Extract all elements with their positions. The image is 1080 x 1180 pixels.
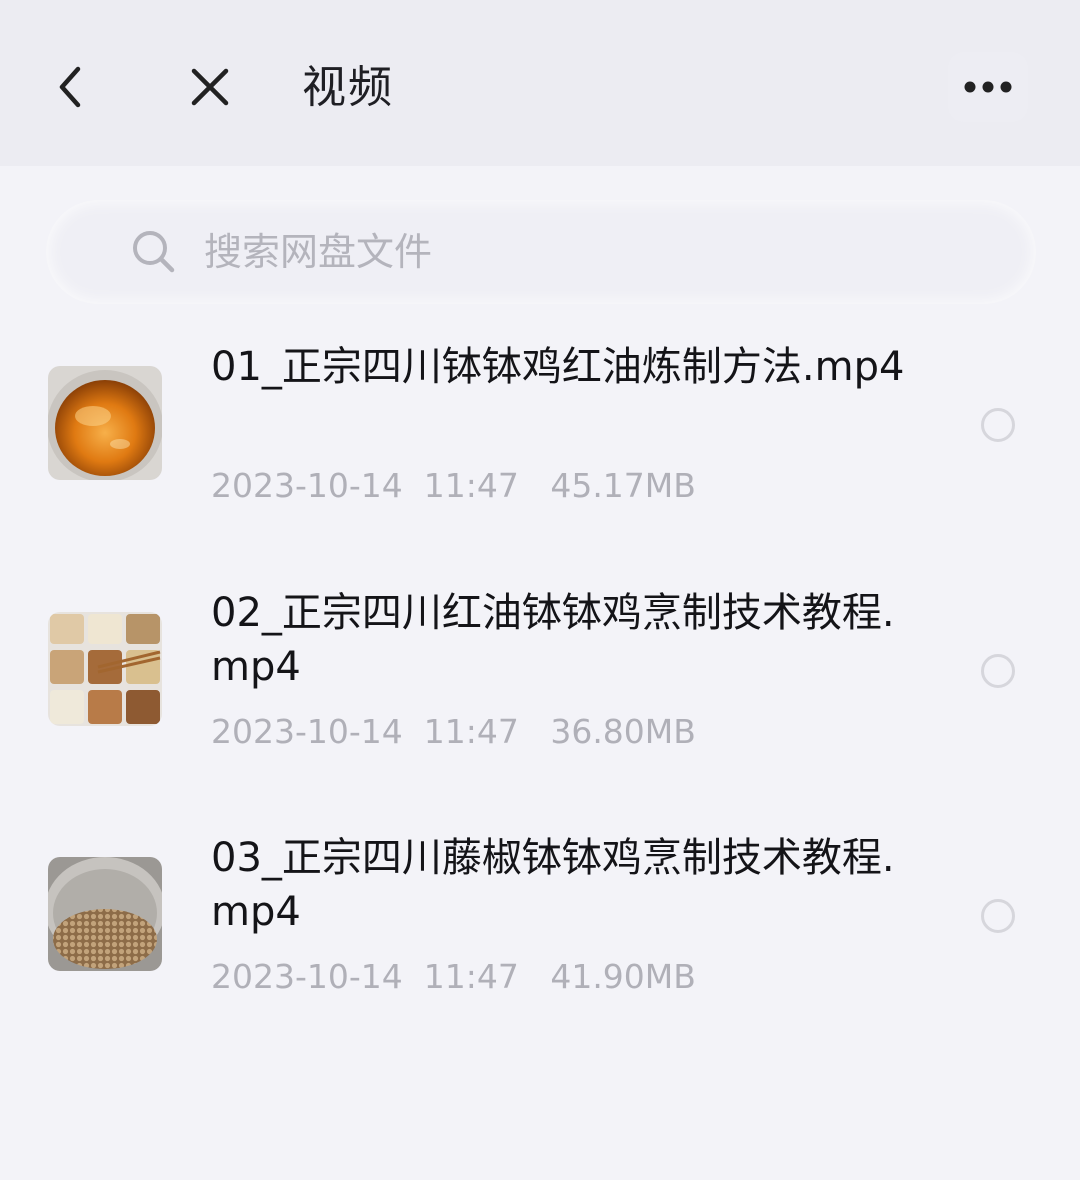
file-row[interactable]: 01_正宗四川钵钵鸡红油炼制方法.mp4 2023-10-14 11:47 45… <box>0 330 1080 570</box>
spices-tray-thumbnail <box>48 612 162 726</box>
search-input[interactable] <box>204 222 984 282</box>
file-name: 02_正宗四川红油钵钵鸡烹制技术教程.mp4 <box>211 590 895 690</box>
more-options-button[interactable] <box>948 52 1028 122</box>
peppercorn-bowl-thumbnail <box>48 857 162 971</box>
file-name: 03_正宗四川藤椒钵钵鸡烹制技术教程.mp4 <box>211 835 895 935</box>
select-radio[interactable] <box>981 654 1015 688</box>
file-row[interactable]: 02_正宗四川红油钵钵鸡烹制技术教程.mp4 2023-10-14 11:47 … <box>0 576 1080 816</box>
close-icon <box>191 68 229 106</box>
red-oil-pot-thumbnail <box>48 366 162 480</box>
select-radio[interactable] <box>981 408 1015 442</box>
search-bar[interactable] <box>46 200 1036 304</box>
file-meta: 2023-10-14 11:47 41.90MB <box>211 957 696 996</box>
file-meta: 2023-10-14 11:47 36.80MB <box>211 712 696 751</box>
back-button[interactable] <box>40 55 104 119</box>
top-bar: 视频 <box>0 0 1080 166</box>
file-name: 01_正宗四川钵钵鸡红油炼制方法.mp4 <box>211 344 905 390</box>
chevron-left-icon <box>59 66 81 108</box>
close-button[interactable] <box>178 55 242 119</box>
select-radio[interactable] <box>981 899 1015 933</box>
search-icon <box>130 228 178 276</box>
more-horizontal-icon <box>964 81 1012 93</box>
file-row[interactable]: 03_正宗四川藤椒钵钵鸡烹制技术教程.mp4 2023-10-14 11:47 … <box>0 821 1080 1061</box>
page-title: 视频 <box>302 62 394 113</box>
file-meta: 2023-10-14 11:47 45.17MB <box>211 466 696 505</box>
